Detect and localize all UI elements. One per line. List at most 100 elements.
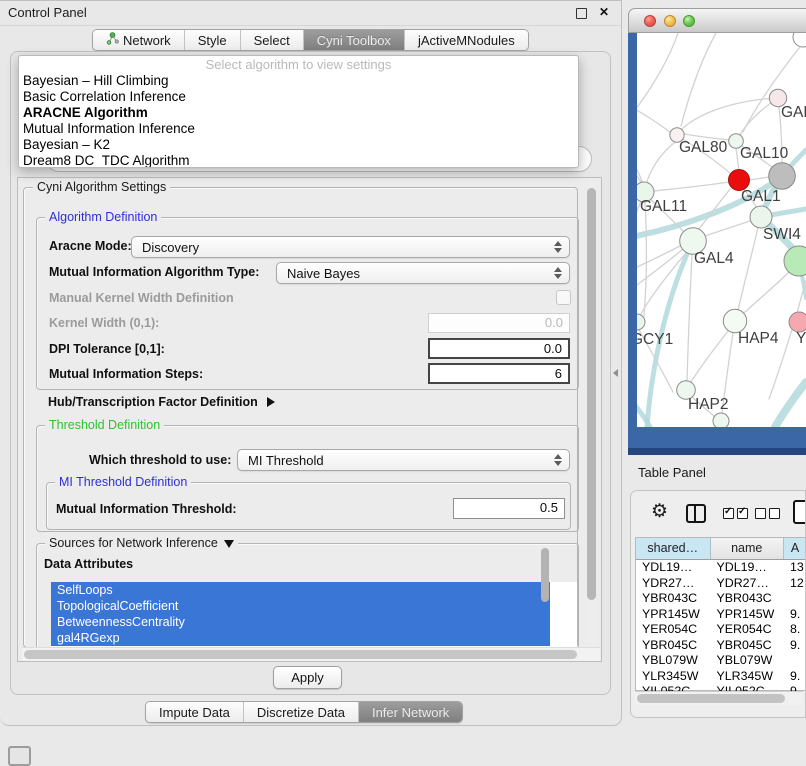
network-node[interactable]	[769, 163, 796, 190]
mi-steps-field[interactable]: 6	[428, 363, 570, 384]
network-edge[interactable]	[644, 202, 646, 316]
network-frame-bottom-bar	[628, 448, 806, 455]
tab-network[interactable]: Network	[93, 30, 184, 50]
mi-algorithm-type-combo[interactable]: Naive Bayes	[276, 262, 570, 284]
zoom-window-icon[interactable]	[683, 15, 695, 27]
network-node[interactable]	[713, 413, 729, 427]
apply-button[interactable]: Apply	[273, 666, 342, 689]
network-edge[interactable]	[705, 221, 750, 236]
table-cell: YLR345W	[636, 669, 711, 685]
node-label: GCY1	[637, 331, 673, 348]
settings-vscroll-thumb[interactable]	[587, 188, 596, 600]
table-toolbar	[631, 491, 805, 537]
sources-group-title[interactable]: Sources for Network Inference	[45, 536, 238, 550]
network-edge[interactable]	[749, 177, 769, 180]
tab-cyni-toolbox[interactable]: Cyni Toolbox	[303, 30, 404, 50]
network-edge[interactable]	[738, 227, 758, 310]
tab-select[interactable]: Select	[240, 30, 303, 50]
dpi-tolerance-field[interactable]: 0.0	[428, 338, 570, 359]
node-label: HAP4	[738, 330, 779, 347]
network-edge[interactable]	[736, 148, 739, 170]
deselect-all-checkboxes-icon[interactable]	[755, 508, 780, 519]
tab-infer-network[interactable]: Infer Network	[358, 702, 462, 722]
table-row[interactable]: YDR27…YDR27…12	[636, 576, 806, 592]
table-row[interactable]: YER054CYER054C8.	[636, 622, 806, 638]
algorithm-option[interactable]: Bayesian – K2	[19, 137, 578, 153]
table-row[interactable]: YBR045CYBR045C9.	[636, 638, 806, 654]
table-row[interactable]: YDL19…YDL19…13	[636, 560, 806, 576]
table-hscroll-thumb[interactable]	[637, 694, 785, 703]
network-edge[interactable]	[637, 105, 670, 132]
mi-threshold-field[interactable]: 0.5	[453, 498, 565, 519]
network-node[interactable]	[750, 206, 772, 228]
kernel-width-field[interactable]: 0.0	[428, 313, 570, 333]
tab-discretize-data[interactable]: Discretize Data	[243, 702, 358, 722]
attribute-list-item[interactable]: BetweennessCentrality	[51, 614, 550, 630]
gear-icon[interactable]	[651, 502, 668, 521]
table-row[interactable]: YLR345WYLR345W9.	[636, 669, 806, 685]
column-header-partial[interactable]: A	[784, 538, 806, 559]
algorithm-option[interactable]: Basic Correlation Inference	[19, 89, 578, 105]
table-cell: 8.	[784, 622, 806, 638]
network-edge[interactable]	[645, 142, 675, 188]
import-table-icon[interactable]	[793, 500, 806, 524]
network-node[interactable]	[789, 312, 806, 332]
which-threshold-combo[interactable]: MI Threshold	[237, 449, 570, 471]
float-window-icon[interactable]	[576, 8, 587, 19]
close-panel-icon[interactable]	[599, 5, 609, 19]
corner-partial-icon[interactable]	[8, 746, 31, 766]
close-window-icon[interactable]	[644, 15, 656, 27]
tab-style[interactable]: Style	[184, 30, 240, 50]
network-edge[interactable]	[637, 152, 643, 184]
algorithm-option[interactable]: ARACNE Algorithm	[19, 105, 578, 121]
network-edge[interactable]	[637, 33, 678, 122]
network-edge[interactable]	[654, 182, 729, 191]
attribute-list-item[interactable]: TopologicalCoefficient	[51, 598, 550, 614]
sources-title-text: Sources for Network Inference	[49, 536, 218, 550]
settings-hscroll-thumb[interactable]	[24, 650, 577, 659]
mi-algorithm-type-label: Mutual Information Algorithm Type:	[49, 265, 259, 279]
algorithm-definition-group: Algorithm Definition Aracne Mode: Discov…	[36, 217, 579, 390]
settings-vertical-scrollbar[interactable]	[586, 181, 597, 647]
which-threshold-label: Which threshold to use:	[89, 453, 231, 467]
table-header-row: shared… name A	[636, 538, 806, 560]
network-edge[interactable]	[687, 254, 692, 381]
settings-horizontal-scrollbar[interactable]	[22, 647, 600, 661]
columns-icon[interactable]	[686, 504, 706, 523]
network-icon	[106, 32, 119, 48]
algorithm-definition-title: Algorithm Definition	[45, 210, 161, 224]
tab-impute-data[interactable]: Impute Data	[146, 702, 243, 722]
aracne-mode-combo[interactable]: Discovery	[131, 236, 570, 258]
minimize-window-icon[interactable]	[664, 15, 676, 27]
hub-definition-expander[interactable]: Hub/Transcription Factor Definition	[48, 395, 275, 409]
manual-kernel-checkbox[interactable]	[556, 290, 571, 305]
table-cell: YER054C	[636, 622, 711, 638]
attribute-list-item[interactable]: gal4RGexp	[51, 630, 550, 646]
hub-definition-label: Hub/Transcription Factor Definition	[48, 395, 258, 409]
attribute-list-item[interactable]: SelfLoops	[51, 582, 550, 598]
network-node[interactable]	[784, 246, 806, 276]
table-cell: 12	[784, 576, 806, 592]
attributes-scrollbar-thumb[interactable]	[541, 548, 549, 602]
splitter-collapse-arrow-icon[interactable]	[613, 369, 618, 377]
algorithm-option[interactable]: Dream8 DC_TDC Algorithm	[19, 153, 578, 168]
network-window-titlebar[interactable]	[628, 8, 806, 33]
table-row[interactable]: YPR145WYPR145W9.	[636, 607, 806, 623]
tab-label: Select	[254, 33, 290, 48]
network-edge[interactable]	[744, 272, 789, 313]
network-edge[interactable]	[775, 382, 806, 427]
table-row[interactable]: YBL079WYBL079W	[636, 653, 806, 669]
table-cell: YDR27…	[636, 576, 711, 592]
column-header-name[interactable]: name	[711, 538, 785, 559]
table-horizontal-scrollbar[interactable]	[635, 691, 803, 705]
table-row[interactable]: YBR043CYBR043C	[636, 591, 806, 607]
network-node[interactable]	[793, 33, 806, 47]
column-header-shared-name[interactable]: shared…	[636, 538, 711, 559]
network-edge[interactable]	[678, 98, 778, 133]
algorithm-option[interactable]: Bayesian – Hill Climbing	[19, 73, 578, 89]
network-canvas[interactable]: GALGAL80GAL10GAL1GAL11SWI4GAL4GCY1HAP4YH…	[637, 33, 806, 427]
algorithm-option[interactable]: Mutual Information Inference	[19, 121, 578, 137]
tab-jactivemnodules[interactable]: jActiveMNodules	[404, 30, 528, 50]
select-all-checkboxes-icon[interactable]	[723, 508, 748, 519]
network-edge[interactable]	[691, 331, 728, 382]
